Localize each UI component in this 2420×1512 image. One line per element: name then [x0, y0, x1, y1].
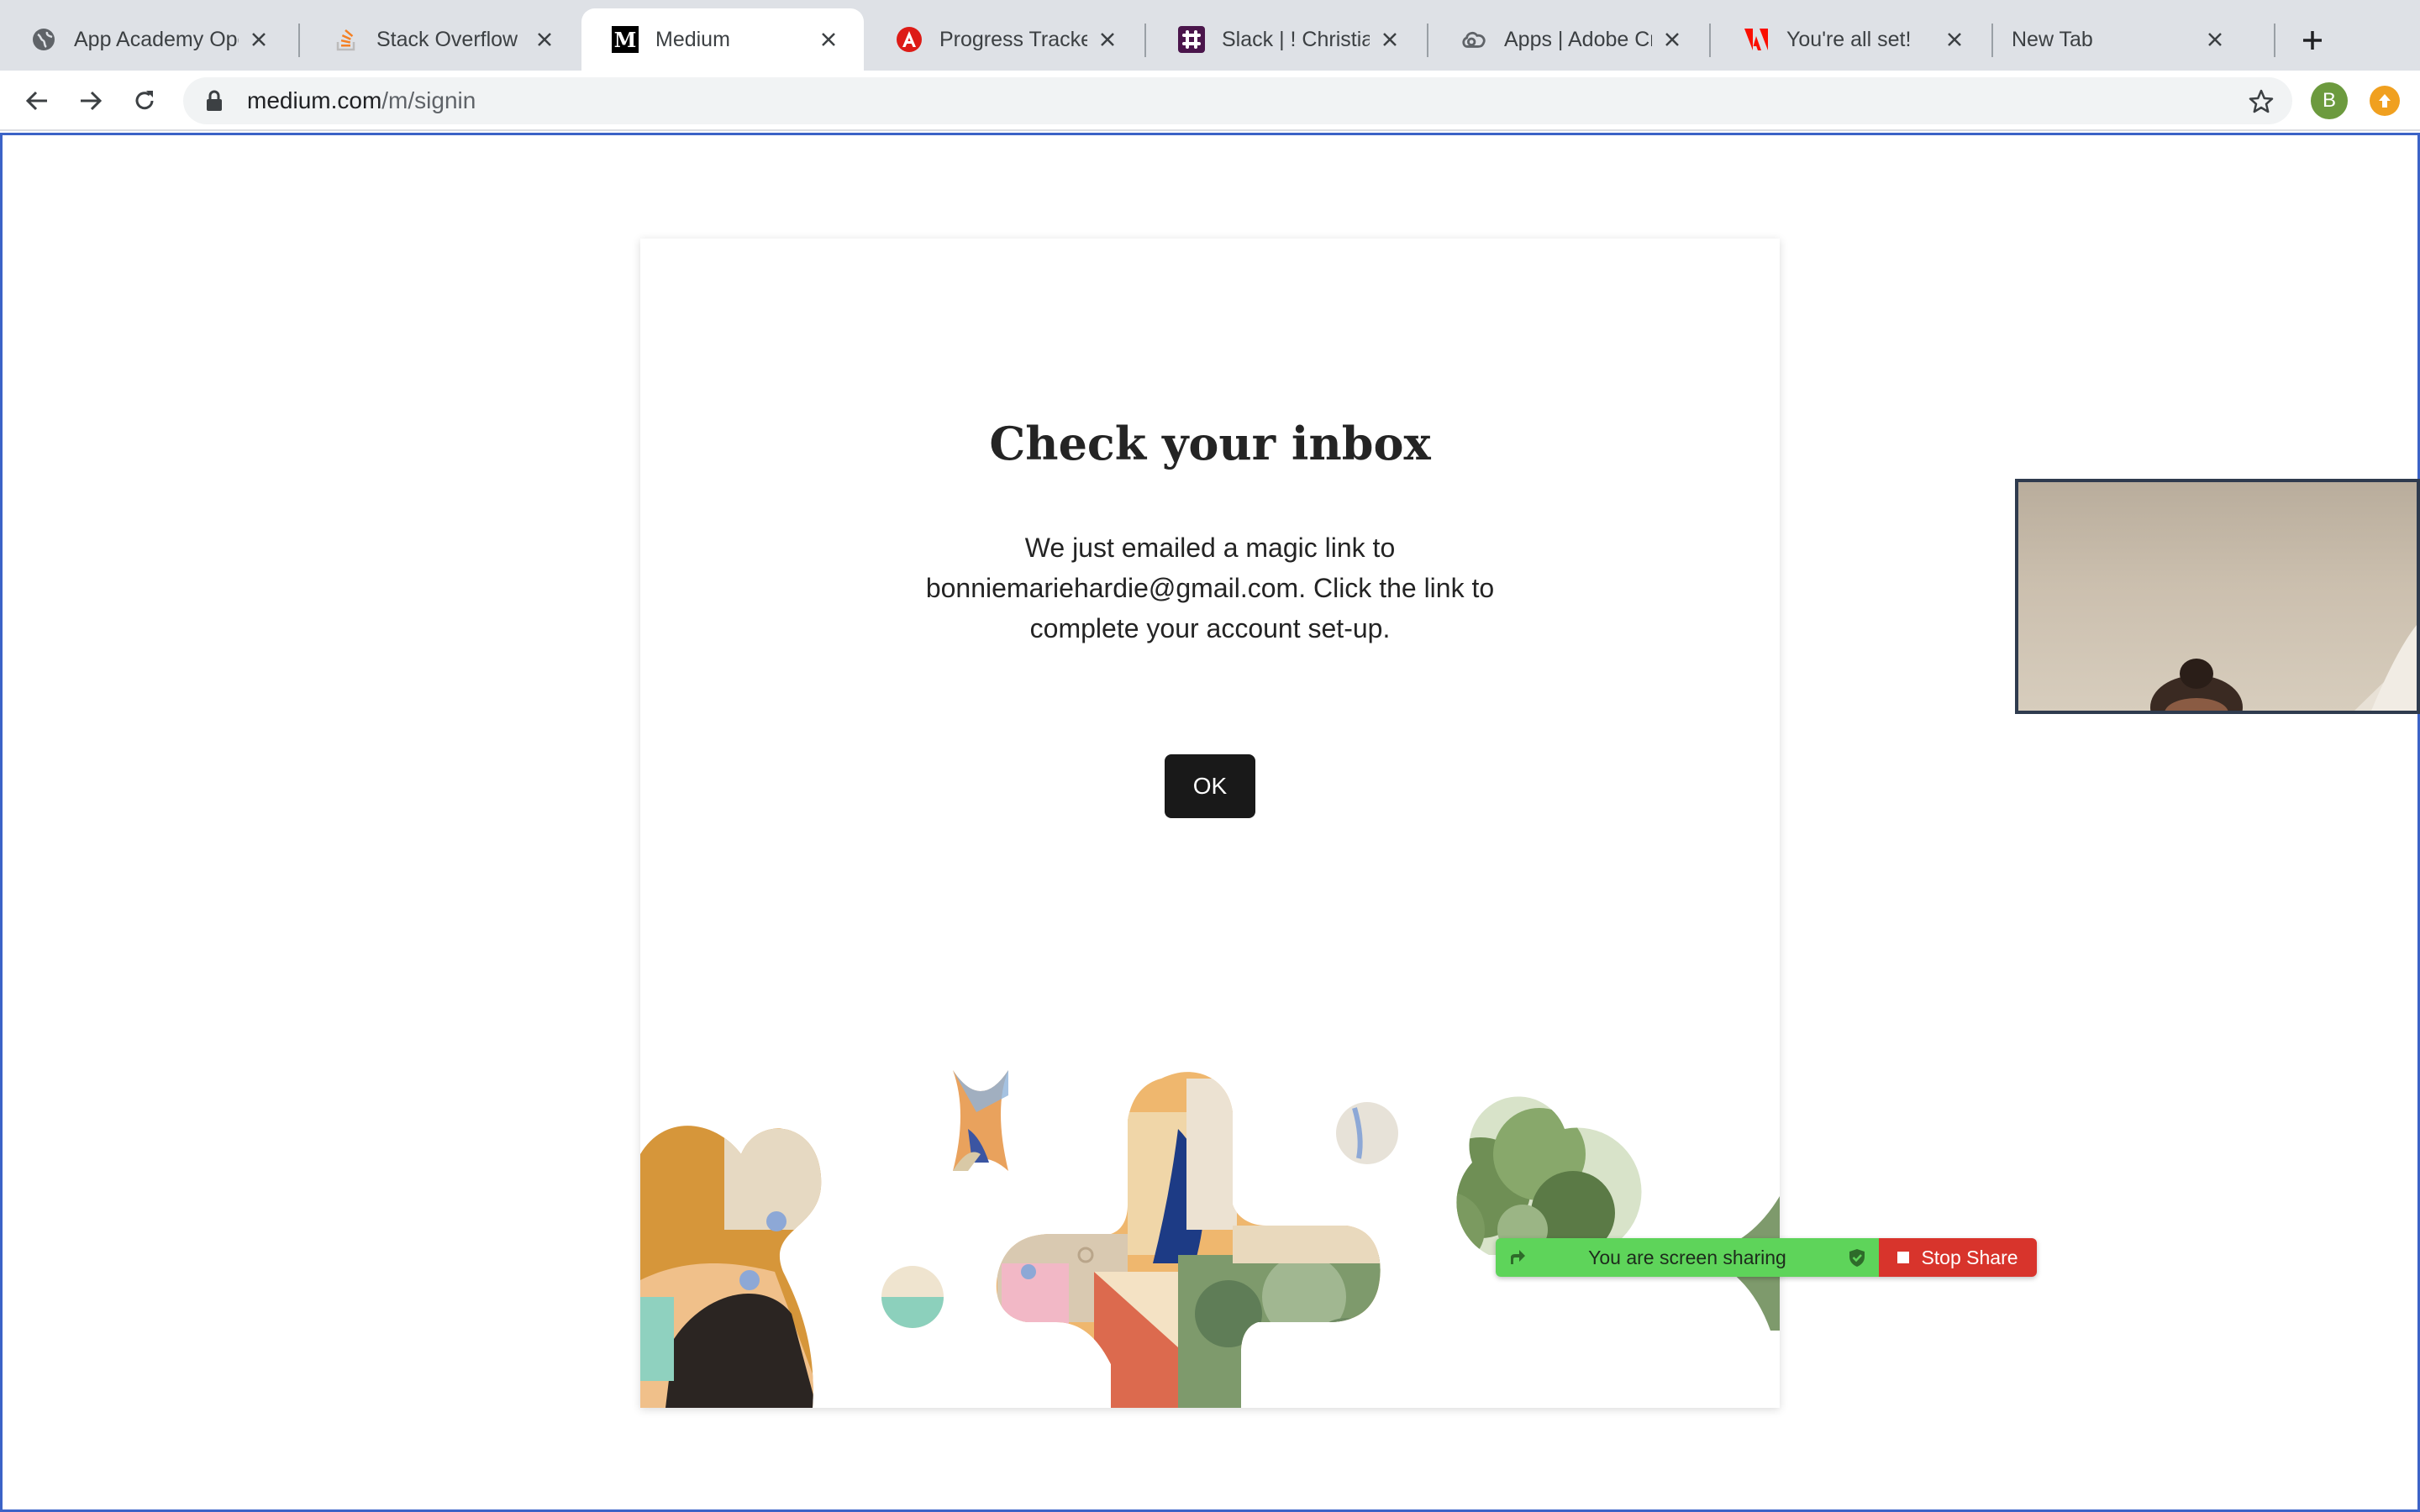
signin-card: Check your inbox We just emailed a magic… — [640, 239, 1780, 1408]
arrow-right-icon — [81, 91, 103, 111]
tab-title: Apps | Adobe Crea — [1504, 27, 1652, 51]
magic-link-message: We just emailed a magic link to bonniema… — [925, 533, 1495, 643]
angular-icon — [896, 26, 923, 53]
tab-strip: App Academy Ope Stack Overflow - V M Med… — [0, 0, 2420, 71]
extension-icon[interactable] — [2370, 86, 2400, 116]
reload-icon — [135, 91, 154, 110]
lock-icon — [202, 88, 227, 113]
decorative-illustration — [640, 1070, 1780, 1408]
stop-square-icon — [1897, 1252, 1910, 1263]
tab-separator — [298, 24, 300, 57]
screen-share-status[interactable]: You are screen sharing — [1496, 1238, 1879, 1277]
close-icon[interactable] — [531, 26, 558, 53]
close-icon[interactable] — [1376, 26, 1403, 53]
tab-progress-tracker[interactable]: Progress Tracker — [865, 8, 1143, 71]
tab-separator — [1427, 24, 1428, 57]
tab-title: App Academy Ope — [74, 27, 239, 51]
tab-adobe-creative-cloud[interactable]: Apps | Adobe Crea — [1430, 8, 1707, 71]
tab-title: Slack | ! Christian — [1222, 27, 1370, 51]
webcam-preview[interactable] — [2015, 479, 2420, 714]
tab-app-academy[interactable]: App Academy Ope — [0, 8, 294, 71]
close-icon[interactable] — [815, 26, 842, 53]
collage-shape-left — [640, 1126, 822, 1408]
arrow-left-icon — [25, 91, 47, 111]
address-bar[interactable]: medium.com/m/signin — [183, 77, 2292, 124]
svg-text:M: M — [614, 28, 637, 52]
collage-bush — [1456, 1096, 1642, 1256]
tab-separator — [1709, 24, 1711, 57]
ok-button[interactable]: OK — [1165, 754, 1255, 818]
tab-medium[interactable]: M Medium — [581, 8, 864, 71]
reload-button[interactable] — [128, 84, 161, 118]
tab-separator — [1144, 24, 1146, 57]
slack-icon — [1178, 26, 1205, 53]
tab-separator — [2274, 24, 2275, 57]
tab-title: New Tab — [2012, 27, 2093, 51]
back-button[interactable] — [20, 84, 54, 118]
creative-cloud-icon — [1460, 26, 1487, 53]
tab-stack-overflow[interactable]: Stack Overflow - V — [302, 8, 580, 71]
url-path: /m/signin — [381, 87, 476, 113]
screen-share-label: You are screen sharing — [1588, 1246, 1786, 1268]
url-host: medium.com — [247, 87, 382, 113]
url-text: medium.com/m/signin — [247, 87, 476, 114]
tab-separator — [1991, 24, 1993, 57]
tab-slack[interactable]: Slack | ! Christian — [1148, 8, 1425, 71]
tab-title: Progress Tracker — [939, 27, 1087, 51]
collage-plus-shape — [996, 1072, 1381, 1408]
plus-icon — [2303, 31, 2322, 50]
close-icon[interactable] — [245, 26, 272, 53]
tab-title: Medium — [655, 27, 730, 51]
browser-toolbar: medium.com/m/signin B — [0, 71, 2420, 131]
close-icon[interactable] — [2202, 26, 2228, 53]
collage-circle-small-2 — [1336, 1102, 1398, 1164]
collage-circle-small-1 — [881, 1266, 944, 1328]
medium-icon: M — [612, 26, 639, 53]
tab-title: You're all set! — [1786, 27, 1912, 51]
tab-adobe[interactable]: You're all set! — [1712, 8, 1990, 71]
close-icon[interactable] — [1094, 26, 1121, 53]
webcam-video-feed — [2150, 625, 2417, 711]
tab-title: Stack Overflow - V — [376, 27, 524, 51]
forward-button[interactable] — [74, 84, 108, 118]
close-icon[interactable] — [1941, 26, 1968, 53]
adobe-icon — [1743, 26, 1770, 53]
page-title: Check your inbox — [989, 417, 1431, 470]
share-arrow-icon — [1511, 1250, 1525, 1264]
stop-share-label: Stop Share — [1921, 1246, 2018, 1268]
profile-avatar[interactable]: B — [2311, 82, 2348, 119]
tab-new-tab[interactable]: New Tab — [1995, 8, 2250, 71]
close-icon[interactable] — [1659, 26, 1686, 53]
stackoverflow-icon — [333, 26, 360, 53]
shield-check-icon — [1849, 1249, 1865, 1267]
bookmark-star-icon[interactable] — [2247, 87, 2275, 116]
screen-share-bar: You are screen sharing Stop Share — [1496, 1238, 2037, 1277]
collage-star — [953, 1070, 1008, 1171]
stop-share-button[interactable]: Stop Share — [1879, 1238, 2037, 1277]
globe-icon — [30, 26, 57, 53]
new-tab-button[interactable] — [2296, 24, 2329, 57]
